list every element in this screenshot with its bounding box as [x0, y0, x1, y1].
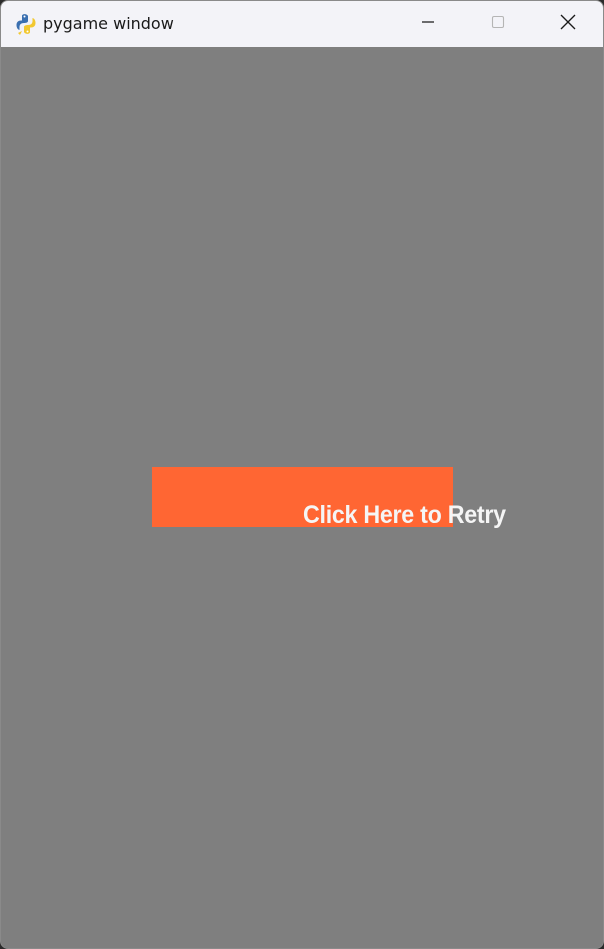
title-bar[interactable]: pygame window	[1, 1, 603, 47]
window-title: pygame window	[43, 14, 174, 33]
close-button[interactable]	[533, 1, 603, 47]
maximize-icon	[490, 14, 506, 35]
maximize-button[interactable]	[463, 1, 533, 47]
close-icon	[559, 13, 577, 36]
pygame-window: pygame window Click Here to Retry	[0, 0, 604, 949]
game-canvas[interactable]: Click Here to Retry	[1, 47, 603, 948]
minimize-button[interactable]	[393, 1, 463, 47]
minimize-icon	[420, 14, 436, 35]
pygame-snake-icon	[14, 12, 38, 36]
retry-button-label[interactable]: Click Here to Retry	[303, 501, 506, 529]
